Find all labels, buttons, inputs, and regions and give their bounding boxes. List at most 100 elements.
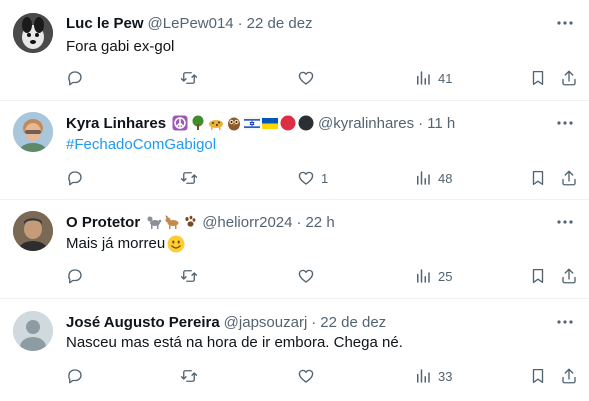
user-handle[interactable]: @LePew014 [148,15,234,32]
retweet-icon [180,270,198,282]
views-button[interactable]: 25 [414,266,452,286]
user-handle[interactable]: @heliorr2024 [202,214,292,231]
poodle-emoji-icon [146,214,162,230]
reply-icon [68,269,82,284]
more-icon[interactable] [555,13,575,33]
more-icon[interactable] [555,113,575,133]
views-button[interactable]: 33 [414,366,452,386]
views-count: 41 [438,70,453,86]
like-button[interactable] [297,266,321,286]
leopard-emoji-icon [208,115,224,131]
share-button[interactable] [560,68,578,88]
share-icon [562,368,576,384]
tweet-text: Fora gabi ex-gol [66,38,175,55]
action-bar: 25 [0,266,589,286]
views-icon [417,369,430,383]
share-icon [562,170,576,186]
name-emojis [172,115,314,131]
name-emojis [146,214,198,230]
views-count: 48 [438,170,453,186]
separator: · [311,313,317,331]
separator: · [296,213,302,231]
bookmark-icon [532,170,544,186]
bookmark-button[interactable] [529,266,547,286]
views-button[interactable]: 48 [414,168,452,188]
tweet-text: Nasceu mas está na hora de ir embora. Ch… [66,334,403,351]
retweet-icon [180,72,198,84]
share-button[interactable] [560,168,578,188]
user-handle[interactable]: @japsouzarj [224,314,308,331]
retweet-button[interactable] [180,266,198,286]
tweet-body: Mais já morreu [66,234,185,254]
avatar-image [13,211,53,251]
tweet[interactable]: Luc le Pew @LePew014 · 22 de dez Fora ga… [0,0,589,101]
avatar[interactable] [13,311,53,351]
tweet-header: Kyra Linhares @kyralinhares · 11 h [66,113,455,133]
tweet[interactable]: O Protetor @heliorr2024 · 22 h Mais já m… [0,200,589,299]
like-button[interactable]: 1 [297,168,328,188]
avatar[interactable] [13,13,53,53]
share-button[interactable] [560,266,578,286]
views-icon [417,171,430,185]
red-circle-icon [280,115,296,131]
display-name[interactable]: José Augusto Pereira [66,314,220,331]
tweet-header: José Augusto Pereira @japsouzarj · 22 de… [66,312,386,332]
paw-prints-icon [182,214,198,230]
display-name[interactable]: Luc le Pew [66,15,144,32]
retweet-button[interactable] [180,68,198,88]
retweet-button[interactable] [180,168,198,188]
retweet-icon [180,172,198,184]
bookmark-icon [532,268,544,284]
timestamp[interactable]: 11 h [427,115,455,132]
like-button[interactable] [297,366,321,386]
timestamp[interactable]: 22 de dez [247,15,313,32]
timestamp[interactable]: 22 h [305,214,334,231]
retweet-icon [180,370,198,382]
ukraine-flag-icon [262,115,279,131]
action-bar: 33 [0,366,589,386]
like-icon [298,171,314,185]
tweet-text: Mais já morreu [66,235,166,252]
tree-emoji-icon [190,115,206,131]
reply-button[interactable] [66,366,84,386]
reply-button[interactable] [66,68,84,88]
more-icon[interactable] [555,212,575,232]
views-count: 25 [438,268,453,284]
like-icon [298,71,314,85]
dog-emoji-icon [164,214,180,230]
like-count: 1 [321,170,329,186]
more-icon[interactable] [555,312,575,332]
share-icon [562,70,576,86]
retweet-button[interactable] [180,366,198,386]
user-handle[interactable]: @kyralinhares [318,115,414,132]
black-circle-icon [298,115,314,131]
display-name[interactable]: Kyra Linhares [66,115,166,132]
reply-icon [68,71,82,86]
bookmark-button[interactable] [529,168,547,188]
views-icon [417,269,430,283]
avatar-image [13,13,53,53]
smiley-emoji-icon [167,235,185,253]
bookmark-icon [532,368,544,384]
avatar[interactable] [13,211,53,251]
views-icon [417,71,430,85]
share-button[interactable] [560,366,578,386]
tweet[interactable]: Kyra Linhares @kyralinhares · 11 h #Fech… [0,101,589,200]
hashtag-link[interactable]: #FechadoComGabigol [66,135,216,155]
reply-icon [68,171,82,186]
views-button[interactable]: 41 [414,68,452,88]
reply-button[interactable] [66,266,84,286]
separator: · [237,14,243,32]
timestamp[interactable]: 22 de dez [320,314,386,331]
display-name[interactable]: O Protetor [66,214,140,231]
like-icon [298,369,314,383]
bookmark-button[interactable] [529,366,547,386]
bookmark-button[interactable] [529,68,547,88]
separator: · [418,114,424,132]
avatar[interactable] [13,112,53,152]
reply-button[interactable] [66,168,84,188]
avatar-image [13,112,53,152]
tweet[interactable]: José Augusto Pereira @japsouzarj · 22 de… [0,299,589,401]
default-avatar-icon [13,311,53,351]
like-button[interactable] [297,68,321,88]
